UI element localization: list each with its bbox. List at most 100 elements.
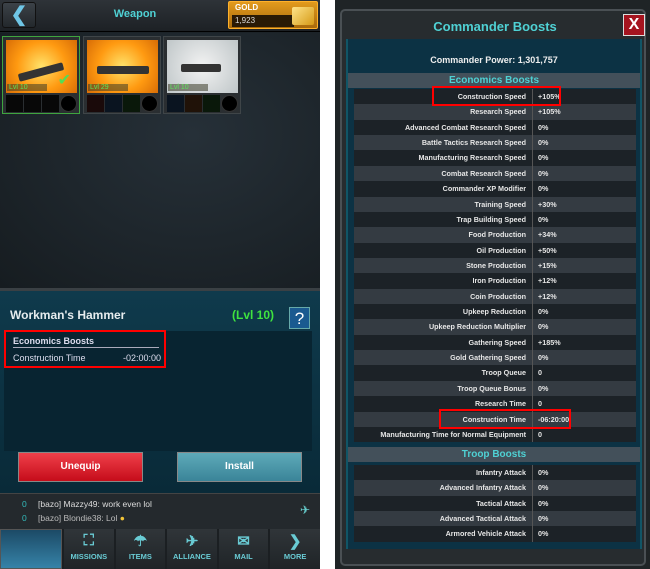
boost-value: +50% bbox=[538, 245, 557, 255]
unequip-button[interactable]: Unequip bbox=[18, 452, 143, 482]
boost-row: Tactical Attack 0% bbox=[354, 495, 636, 512]
boost-key: Trap Building Speed bbox=[354, 211, 533, 228]
boost-value: +30% bbox=[538, 199, 557, 209]
install-button[interactable]: Install bbox=[177, 452, 302, 482]
weapon-slot[interactable]: Lvl 10 bbox=[163, 36, 241, 114]
boost-key: Upkeep Reduction bbox=[354, 304, 533, 320]
boost-row: Stone Production +15% bbox=[354, 257, 636, 274]
boost-row: Gold Gathering Speed 0% bbox=[354, 350, 636, 366]
boost-key: Armored Vehicle Attack bbox=[354, 526, 533, 542]
boost-value: 0% bbox=[538, 514, 549, 524]
boost-value: 0% bbox=[538, 468, 549, 477]
base-button[interactable] bbox=[0, 529, 62, 569]
boost-value: +12% bbox=[538, 276, 557, 286]
boost-key: Manufacturing Research Speed bbox=[354, 150, 533, 166]
boost-row: Training Speed +30% bbox=[354, 196, 636, 212]
boost-value: 0% bbox=[538, 498, 549, 508]
gold-bar-icon bbox=[292, 7, 314, 25]
boost-row: Advanced Tactical Attack 0% bbox=[354, 511, 636, 527]
boost-value: +34% bbox=[538, 230, 557, 240]
boost-value: +15% bbox=[538, 260, 557, 270]
boosts-list[interactable]: Commander Power: 1,301,757 Economics Boo… bbox=[346, 39, 642, 549]
commander-power: Commander Power: 1,301,757 bbox=[430, 55, 558, 65]
boost-row: Coin Production +12% bbox=[354, 288, 636, 305]
boost-key: Gold Gathering Speed bbox=[354, 350, 533, 366]
boost-value: 0 bbox=[538, 429, 542, 439]
boost-value: 0 bbox=[538, 368, 542, 378]
boost-value: 0% bbox=[538, 122, 549, 132]
top-bar: ❮ Weapon GOLD 1,923 bbox=[0, 0, 320, 32]
boost-row: Advanced Infantry Attack 0% bbox=[354, 480, 636, 496]
boost-key: Stone Production bbox=[354, 257, 533, 274]
slot-level: Lvl 10 bbox=[168, 84, 208, 91]
nav-items[interactable]: ☂ ITEMS bbox=[115, 529, 166, 569]
gem-sockets bbox=[167, 95, 238, 112]
boost-key: Gathering Speed bbox=[354, 334, 533, 351]
boost-row: Infantry Attack 0% bbox=[354, 465, 636, 481]
bottom-nav: ⛶ MISSIONS ☂ ITEMS ✈ ALLIANCE ✉ MAIL ❯ MORE bbox=[0, 529, 320, 569]
highlight-box: Economics Boosts Construction Time -02:00… bbox=[4, 330, 166, 368]
item-name: Workman's Hammer bbox=[10, 308, 126, 322]
boost-key: Advanced Combat Research Speed bbox=[354, 119, 533, 136]
close-button[interactable]: X bbox=[623, 14, 645, 36]
weapon-slot[interactable]: ✔ Lvl 10 bbox=[2, 36, 80, 114]
eagle-icon: ✈ bbox=[185, 533, 199, 550]
weapon-slot[interactable]: Lvl 29 bbox=[83, 36, 161, 114]
boost-value: 0% bbox=[538, 168, 549, 178]
boost-row: Manufacturing Time for Normal Equipment 0 bbox=[354, 426, 636, 443]
nav-more[interactable]: ❯ MORE bbox=[270, 529, 320, 569]
chat-bar[interactable]: 0 [bazo] Mazzy49: work even lol 0 [bazo] B… bbox=[0, 493, 320, 529]
item-level: (Lvl 10) bbox=[232, 308, 275, 322]
boost-value: 0% bbox=[538, 153, 549, 163]
chevron-right-icon: ❯ bbox=[288, 533, 302, 550]
boost-key: Troop Queue bbox=[354, 365, 533, 381]
nav-mail[interactable]: ✉ MAIL bbox=[218, 529, 269, 569]
parachute-icon: ☂ bbox=[133, 533, 148, 550]
boost-key: Troop Queue Bonus bbox=[354, 380, 533, 397]
boost-row: Combat Research Speed 0% bbox=[354, 165, 636, 182]
nav-missions[interactable]: ⛶ MISSIONS bbox=[64, 529, 114, 569]
nav-alliance[interactable]: ✈ ALLIANCE bbox=[167, 529, 217, 569]
boost-value: 0% bbox=[538, 138, 549, 148]
boost-key: Training Speed bbox=[354, 196, 533, 212]
boost-value: 0% bbox=[538, 529, 549, 539]
boost-value: +185% bbox=[538, 337, 561, 347]
boost-row: Iron Production +12% bbox=[354, 273, 636, 289]
gold-value: 1,923 bbox=[232, 15, 294, 27]
boost-header: Economics Boosts bbox=[13, 336, 159, 348]
boost-key: Battle Tactics Research Speed bbox=[354, 135, 533, 151]
boost-row: Construction Time -02:00:00 bbox=[13, 353, 161, 363]
dialog-title: Commander Boosts bbox=[433, 19, 557, 34]
boost-value: 0% bbox=[538, 353, 549, 363]
slot-level: Lvl 10 bbox=[7, 84, 47, 91]
boost-row: Oil Production +50% bbox=[354, 242, 636, 258]
highlight-box bbox=[432, 86, 561, 106]
boost-key: Advanced Infantry Attack bbox=[354, 480, 533, 496]
boost-key: Coin Production bbox=[354, 288, 533, 305]
boost-row: Armored Vehicle Attack 0% bbox=[354, 526, 636, 542]
boost-key: Tactical Attack bbox=[354, 495, 533, 512]
boost-value: 0% bbox=[538, 483, 549, 493]
boost-row: Advanced Combat Research Speed 0% bbox=[354, 119, 636, 136]
chat-line: 0 [bazo] Mazzy49: work even lol bbox=[22, 499, 152, 509]
check-icon: ✔ bbox=[57, 72, 71, 89]
alliance-chat-icon[interactable]: ✈ bbox=[300, 503, 310, 517]
help-button[interactable]: ? bbox=[289, 307, 310, 329]
boost-row: Troop Queue 0 bbox=[354, 365, 636, 381]
boost-key: Advanced Tactical Attack bbox=[354, 511, 533, 527]
back-button[interactable]: ❮ bbox=[2, 2, 36, 28]
boost-value: +105% bbox=[538, 107, 561, 117]
boost-value: -02:00:00 bbox=[122, 353, 161, 363]
boost-row: Battle Tactics Research Speed 0% bbox=[354, 135, 636, 151]
commander-boosts-screen: Commander Boosts X Commander Power: 1,30… bbox=[335, 0, 650, 569]
boost-value: 0% bbox=[538, 307, 549, 317]
chat-line: 0 [bazo] Blondie38: Lol ● bbox=[22, 513, 125, 523]
boost-key: Commander XP Modifier bbox=[354, 181, 533, 197]
highlight-box bbox=[439, 409, 571, 429]
gem-sockets bbox=[87, 95, 158, 112]
envelope-icon: ✉ bbox=[237, 533, 250, 550]
boost-value: 0% bbox=[538, 322, 549, 332]
boost-key: Food Production bbox=[354, 227, 533, 243]
emoji-icon: ● bbox=[119, 513, 125, 523]
gold-display[interactable]: GOLD 1,923 bbox=[228, 1, 318, 29]
